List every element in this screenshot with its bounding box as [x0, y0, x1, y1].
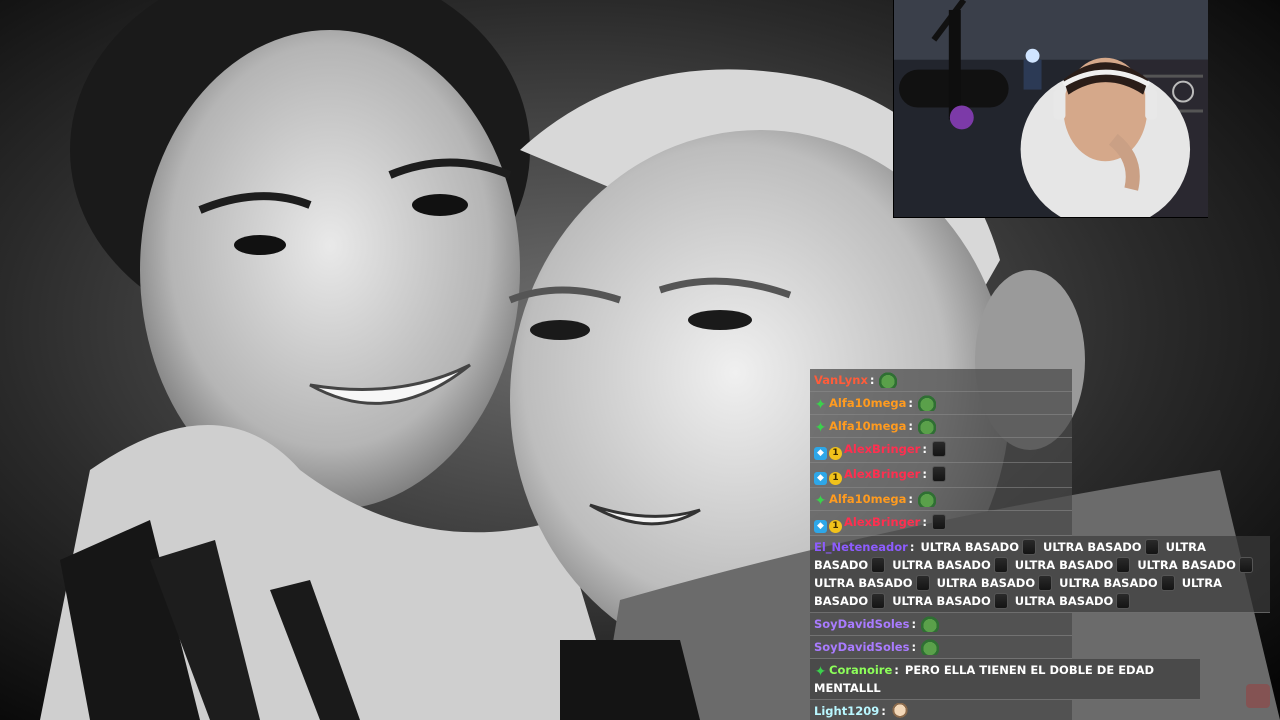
chat-username[interactable]: AlexBringer [844, 515, 920, 529]
chat-separator: : [908, 419, 913, 433]
basado-emote [1116, 593, 1131, 609]
chat-separator: : [922, 467, 927, 481]
chat-separator: : [908, 396, 913, 410]
pepe-emote [921, 639, 940, 655]
basado-emote [931, 514, 946, 530]
chat-separator: : [881, 704, 886, 718]
basado-emote [1144, 539, 1159, 555]
chat-message: ✦ Alfa10mega: [810, 415, 1072, 438]
chat-text: ULTRA BASADO [1014, 558, 1114, 572]
chat-username[interactable]: VanLynx [814, 373, 868, 387]
chat-username[interactable]: Alfa10mega [829, 396, 906, 410]
basado-emote [1038, 575, 1053, 591]
webcam-overlay [893, 0, 1208, 218]
sparkle-badge-icon: ✦ [814, 397, 827, 413]
chat-message: ◆ 1 AlexBringer: [810, 463, 1072, 488]
chat-separator: : [869, 373, 875, 387]
channel-watermark-icon [1246, 684, 1270, 708]
sparkle-badge-icon: ✦ [814, 420, 827, 436]
chat-username[interactable]: Alfa10mega [829, 419, 906, 433]
chat-text: ULTRA BASADO [920, 540, 1019, 554]
pepe-emote [918, 418, 936, 434]
chat-message: Light1209: [810, 700, 1072, 720]
chat-message: ◆ 1 AlexBringer: [810, 511, 1072, 536]
basado-emote [1022, 539, 1036, 555]
chat-separator: : [922, 515, 927, 529]
chat-message: SoyDavidSoles: [810, 636, 1072, 659]
chat-message: El_Neteneador: ULTRA BASADO ULTRA BASADO… [810, 536, 1270, 613]
chat-message: ✦ Alfa10mega: [810, 392, 1072, 415]
gem-badge-icon: ◆ [814, 472, 827, 485]
chat-username[interactable]: Alfa10mega [829, 492, 906, 506]
chat-message: ✦ Alfa10mega: [810, 488, 1072, 511]
chat-username[interactable]: Coranoire [829, 663, 892, 677]
chat-message: ✦ Coranoire: PERO ELLA TIENEN EL DOBLE DE… [810, 659, 1200, 700]
basado-emote [1116, 557, 1131, 573]
pepe-emote [918, 395, 936, 411]
chat-message: SoyDavidSoles: [810, 613, 1072, 636]
chat-text: ULTRA BASADO [1043, 540, 1142, 554]
chat-username[interactable]: SoyDavidSoles [814, 640, 909, 654]
chat-separator: : [911, 640, 917, 654]
coin-badge-icon: 1 [829, 472, 842, 485]
basado-emote [871, 557, 886, 573]
chat-username[interactable]: El_Neteneador [814, 540, 908, 554]
gem-badge-icon: ◆ [814, 447, 827, 460]
chat-text: ULTRA BASADO [892, 558, 991, 572]
face-emote [890, 703, 909, 719]
chat-separator: : [894, 663, 899, 677]
basado-emote [931, 466, 946, 482]
chat-username[interactable]: SoyDavidSoles [814, 617, 909, 631]
sparkle-badge-icon: ✦ [814, 493, 827, 509]
basado-emote [915, 575, 930, 591]
pepe-emote [921, 616, 940, 632]
chat-text: ULTRA BASADO [1014, 594, 1114, 608]
sparkle-badge-icon: ✦ [814, 664, 827, 680]
stream-frame: VanLynx: ✦ Alfa10mega: ✦ Alfa10mega: ◆ 1 Ale… [0, 0, 1280, 720]
chat-separator: : [909, 540, 915, 554]
basado-emote [1160, 575, 1175, 591]
coin-badge-icon: 1 [829, 520, 842, 533]
pepe-emote [879, 372, 898, 388]
chat-text: ULTRA BASADO [936, 576, 1036, 590]
chat-text: ULTRA BASADO [1059, 576, 1158, 590]
chat-text: ULTRA BASADO [892, 594, 991, 608]
chat-username[interactable]: Light1209 [814, 704, 879, 718]
chat-username[interactable]: AlexBringer [844, 467, 920, 481]
basado-emote [993, 593, 1008, 609]
chat-separator: : [908, 492, 913, 506]
chat-overlay: VanLynx: ✦ Alfa10mega: ✦ Alfa10mega: ◆ 1 Ale… [810, 369, 1280, 720]
basado-emote [931, 441, 946, 457]
chat-separator: : [922, 442, 927, 456]
pepe-emote [918, 491, 936, 507]
chat-text: ULTRA BASADO [814, 576, 913, 590]
basado-emote [871, 593, 886, 609]
basado-emote [993, 557, 1008, 573]
chat-message: ◆ 1 AlexBringer: [810, 438, 1072, 463]
basado-emote [1238, 557, 1253, 573]
chat-message: VanLynx: [810, 369, 1072, 392]
chat-separator: : [911, 617, 917, 631]
gem-badge-icon: ◆ [814, 520, 827, 533]
coin-badge-icon: 1 [829, 447, 842, 460]
chat-username[interactable]: AlexBringer [844, 442, 920, 456]
chat-text: ULTRA BASADO [1137, 558, 1236, 572]
